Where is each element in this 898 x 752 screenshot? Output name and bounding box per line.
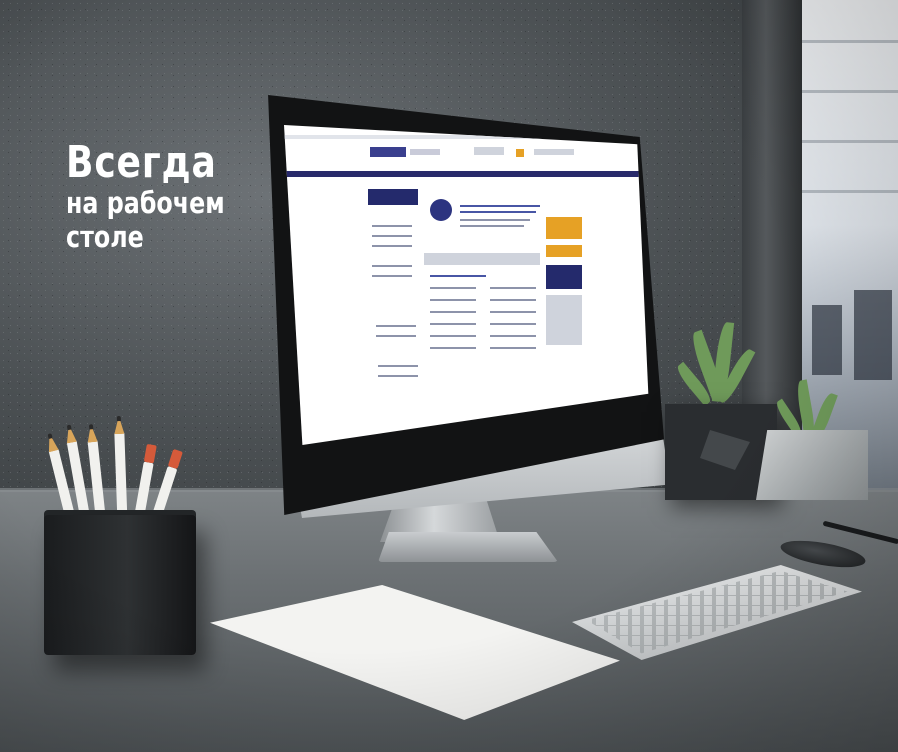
site-list-line bbox=[490, 287, 536, 289]
site-list-line bbox=[490, 323, 536, 325]
site-sidebar-line bbox=[378, 365, 418, 367]
monitor-stand-base bbox=[378, 532, 558, 562]
site-sidebar-line bbox=[372, 225, 412, 227]
site-sidebar-line bbox=[372, 275, 412, 277]
site-logo bbox=[370, 147, 406, 157]
site-section-title bbox=[430, 275, 486, 277]
site-navbar bbox=[284, 171, 649, 177]
site-list-line bbox=[430, 311, 476, 313]
site-list-line bbox=[490, 299, 536, 301]
site-sidebar-line bbox=[372, 235, 412, 237]
site-list-line bbox=[490, 311, 536, 313]
site-ad-orange bbox=[546, 217, 582, 239]
site-list-line bbox=[430, 347, 476, 349]
site-ad-orange bbox=[546, 245, 582, 257]
site-sidebar-line bbox=[372, 245, 412, 247]
site-sidebar-line bbox=[378, 375, 418, 377]
site-header-badge bbox=[516, 149, 524, 157]
site-list-line bbox=[430, 323, 476, 325]
site-header-block bbox=[534, 149, 574, 155]
product-photo: Всегда на рабочем столе bbox=[0, 0, 898, 752]
site-list-line bbox=[430, 299, 476, 301]
headline: Всегда на рабочем столе bbox=[66, 137, 259, 255]
magazine-tablet bbox=[210, 585, 620, 720]
site-list-line bbox=[490, 335, 536, 337]
site-list-line bbox=[490, 347, 536, 349]
concrete-planter bbox=[756, 430, 868, 500]
pencil-cup bbox=[44, 515, 196, 655]
monitor-screen-website bbox=[284, 125, 649, 445]
site-logo-tagline bbox=[410, 149, 440, 155]
site-list-line bbox=[430, 335, 476, 337]
site-ad-dark bbox=[546, 265, 582, 289]
site-photo-strip bbox=[424, 253, 540, 265]
magazine-page bbox=[210, 585, 620, 720]
site-sidebar-line bbox=[376, 325, 416, 327]
headline-line-1: Всегда bbox=[66, 137, 217, 188]
headline-line-3: столе bbox=[66, 220, 144, 254]
site-text-line bbox=[460, 225, 524, 227]
site-header-block bbox=[474, 147, 504, 155]
site-sidebar-banner bbox=[368, 189, 418, 205]
site-text-line bbox=[460, 219, 530, 221]
headline-line-2: на рабочем bbox=[66, 186, 225, 220]
site-feature-circle bbox=[430, 199, 452, 221]
site-ad-image bbox=[546, 295, 582, 345]
site-sidebar-line bbox=[372, 265, 412, 267]
site-headline-line bbox=[460, 211, 536, 213]
site-sidebar-line bbox=[376, 335, 416, 337]
site-headline-line bbox=[460, 205, 540, 207]
site-list-line bbox=[430, 287, 476, 289]
